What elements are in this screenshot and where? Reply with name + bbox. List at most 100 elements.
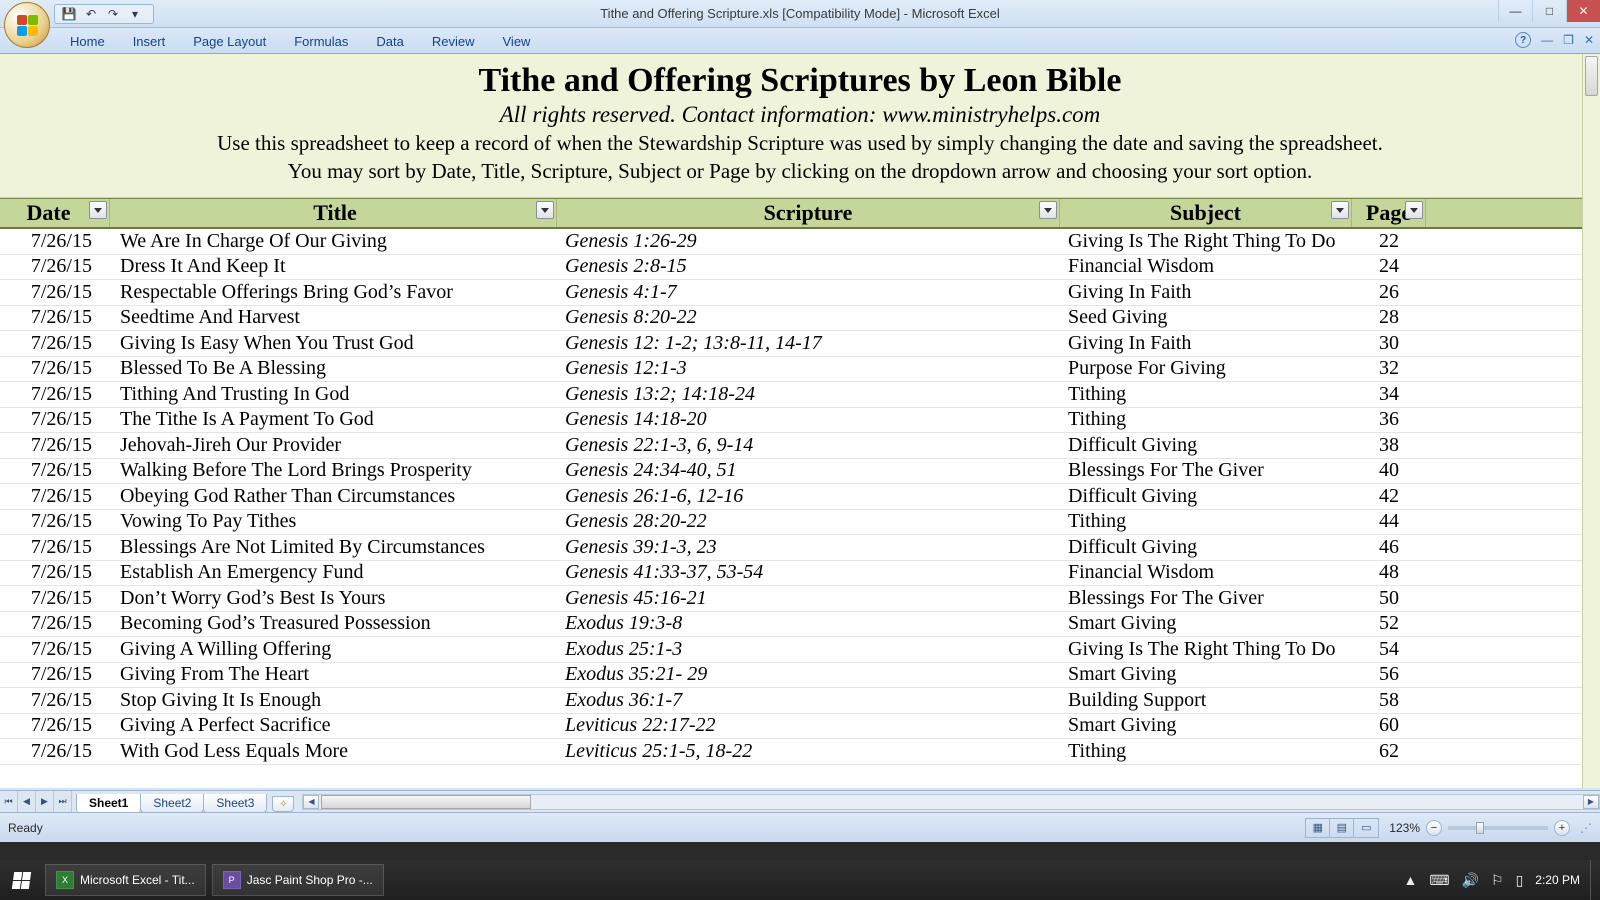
cell-subject[interactable]: Giving Is The Right Thing To Do — [1060, 638, 1352, 661]
cell-scripture[interactable]: Exodus 35:21- 29 — [557, 663, 1060, 686]
cell-date[interactable]: 7/26/15 — [0, 510, 110, 533]
cell-page[interactable]: 48 — [1352, 561, 1426, 584]
help-icon[interactable]: ? — [1515, 32, 1531, 48]
start-button[interactable] — [0, 860, 42, 900]
cell-date[interactable]: 7/26/15 — [0, 383, 110, 406]
filter-subject-button[interactable] — [1331, 201, 1349, 219]
cell-title[interactable]: Dress It And Keep It — [110, 255, 557, 278]
save-icon[interactable]: 💾 — [61, 6, 77, 22]
view-page-layout-button[interactable]: ▤ — [1330, 819, 1354, 837]
cell-subject[interactable]: Giving Is The Right Thing To Do — [1060, 230, 1352, 253]
cell-date[interactable]: 7/26/15 — [0, 459, 110, 482]
cell-date[interactable]: 7/26/15 — [0, 561, 110, 584]
cell-subject[interactable]: Purpose For Giving — [1060, 357, 1352, 380]
cell-scripture[interactable]: Genesis 12: 1-2; 13:8-11, 14-17 — [557, 332, 1060, 355]
table-row[interactable]: 7/26/15Giving A Willing OfferingExodus 2… — [0, 637, 1600, 663]
cell-title[interactable]: Giving From The Heart — [110, 663, 557, 686]
tray-battery-icon[interactable]: ▯ — [1516, 872, 1524, 889]
cell-page[interactable]: 50 — [1352, 587, 1426, 610]
zoom-slider[interactable] — [1448, 826, 1548, 830]
cell-date[interactable]: 7/26/15 — [0, 689, 110, 712]
cell-title[interactable]: Giving A Willing Offering — [110, 638, 557, 661]
cell-title[interactable]: Obeying God Rather Than Circumstances — [110, 485, 557, 508]
cell-scripture[interactable]: Genesis 39:1-3, 23 — [557, 536, 1060, 559]
table-row[interactable]: 7/26/15Seedtime And HarvestGenesis 8:20-… — [0, 306, 1600, 332]
workbook-minimize-button[interactable]: — — [1541, 33, 1553, 47]
tab-insert[interactable]: Insert — [119, 30, 180, 53]
tray-keyboard-icon[interactable]: ⌨ — [1429, 872, 1449, 889]
cell-subject[interactable]: Tithing — [1060, 510, 1352, 533]
cell-title[interactable]: We Are In Charge Of Our Giving — [110, 230, 557, 253]
cell-scripture[interactable]: Genesis 4:1-7 — [557, 281, 1060, 304]
cell-page[interactable]: 56 — [1352, 663, 1426, 686]
tab-formulas[interactable]: Formulas — [280, 30, 362, 53]
table-row[interactable]: 7/26/15We Are In Charge Of Our GivingGen… — [0, 229, 1600, 255]
cell-subject[interactable]: Tithing — [1060, 740, 1352, 763]
insert-worksheet-button[interactable]: ✧ — [272, 796, 294, 812]
cell-date[interactable]: 7/26/15 — [0, 740, 110, 763]
redo-icon[interactable]: ↷ — [105, 6, 121, 22]
cell-page[interactable]: 60 — [1352, 714, 1426, 737]
cell-date[interactable]: 7/26/15 — [0, 332, 110, 355]
table-row[interactable]: 7/26/15Tithing And Trusting In GodGenesi… — [0, 382, 1600, 408]
cell-title[interactable]: Giving A Perfect Sacrifice — [110, 714, 557, 737]
cell-title[interactable]: Stop Giving It Is Enough — [110, 689, 557, 712]
zoom-slider-knob[interactable] — [1476, 822, 1484, 834]
sheet-nav-next[interactable]: ▶ — [36, 791, 54, 812]
qat-customize-icon[interactable]: ▾ — [127, 6, 143, 22]
sheet-tab-2[interactable]: Sheet2 — [140, 794, 204, 813]
workbook-close-button[interactable]: ✕ — [1584, 33, 1594, 47]
taskbar-item-paintshop[interactable]: P Jasc Paint Shop Pro -... — [212, 864, 384, 896]
cell-subject[interactable]: Seed Giving — [1060, 306, 1352, 329]
cell-scripture[interactable]: Genesis 12:1-3 — [557, 357, 1060, 380]
cell-subject[interactable]: Giving In Faith — [1060, 281, 1352, 304]
zoom-percent[interactable]: 123% — [1389, 821, 1420, 835]
table-row[interactable]: 7/26/15Walking Before The Lord Brings Pr… — [0, 459, 1600, 485]
sheet-nav-last[interactable]: ⏭ — [54, 791, 72, 812]
horizontal-scrollbar[interactable]: ◀ ▶ — [302, 794, 1600, 810]
cell-subject[interactable]: Difficult Giving — [1060, 434, 1352, 457]
cell-scripture[interactable]: Genesis 22:1-3, 6, 9-14 — [557, 434, 1060, 457]
view-normal-button[interactable]: ▦ — [1306, 819, 1330, 837]
cell-page[interactable]: 26 — [1352, 281, 1426, 304]
cell-subject[interactable]: Giving In Faith — [1060, 332, 1352, 355]
sheet-tab-3[interactable]: Sheet3 — [203, 794, 267, 813]
cell-subject[interactable]: Financial Wisdom — [1060, 255, 1352, 278]
table-row[interactable]: 7/26/15Don’t Worry God’s Best Is YoursGe… — [0, 586, 1600, 612]
table-row[interactable]: 7/26/15Establish An Emergency FundGenesi… — [0, 561, 1600, 587]
cell-date[interactable]: 7/26/15 — [0, 408, 110, 431]
cell-date[interactable]: 7/26/15 — [0, 587, 110, 610]
cell-subject[interactable]: Smart Giving — [1060, 663, 1352, 686]
filter-scripture-button[interactable] — [1039, 201, 1057, 219]
table-row[interactable]: 7/26/15Giving Is Easy When You Trust God… — [0, 331, 1600, 357]
tray-volume-icon[interactable]: 🔊 — [1462, 872, 1479, 889]
cell-date[interactable]: 7/26/15 — [0, 255, 110, 278]
cell-date[interactable]: 7/26/15 — [0, 663, 110, 686]
cell-subject[interactable]: Smart Giving — [1060, 714, 1352, 737]
table-row[interactable]: 7/26/15Giving A Perfect SacrificeLevitic… — [0, 714, 1600, 740]
cell-date[interactable]: 7/26/15 — [0, 638, 110, 661]
zoom-out-button[interactable]: − — [1426, 820, 1442, 836]
cell-title[interactable]: Jehovah-Jireh Our Provider — [110, 434, 557, 457]
vertical-scroll-thumb[interactable] — [1585, 56, 1598, 96]
cell-subject[interactable]: Financial Wisdom — [1060, 561, 1352, 584]
show-desktop-button[interactable] — [1590, 860, 1600, 900]
cell-title[interactable]: Respectable Offerings Bring God’s Favor — [110, 281, 557, 304]
cell-date[interactable]: 7/26/15 — [0, 281, 110, 304]
filter-title-button[interactable] — [536, 201, 554, 219]
cell-date[interactable]: 7/26/15 — [0, 434, 110, 457]
tray-clock[interactable]: 2:20 PM — [1535, 873, 1580, 887]
cell-page[interactable]: 52 — [1352, 612, 1426, 635]
cell-date[interactable]: 7/26/15 — [0, 306, 110, 329]
cell-title[interactable]: Seedtime And Harvest — [110, 306, 557, 329]
tab-data[interactable]: Data — [362, 30, 417, 53]
workbook-restore-button[interactable]: ❐ — [1563, 33, 1574, 47]
cell-date[interactable]: 7/26/15 — [0, 230, 110, 253]
cell-page[interactable]: 62 — [1352, 740, 1426, 763]
cell-page[interactable]: 40 — [1352, 459, 1426, 482]
cell-scripture[interactable]: Genesis 2:8-15 — [557, 255, 1060, 278]
table-row[interactable]: 7/26/15Dress It And Keep ItGenesis 2:8-1… — [0, 255, 1600, 281]
table-row[interactable]: 7/26/15Giving From The HeartExodus 35:21… — [0, 663, 1600, 689]
cell-title[interactable]: Establish An Emergency Fund — [110, 561, 557, 584]
cell-title[interactable]: With God Less Equals More — [110, 740, 557, 763]
